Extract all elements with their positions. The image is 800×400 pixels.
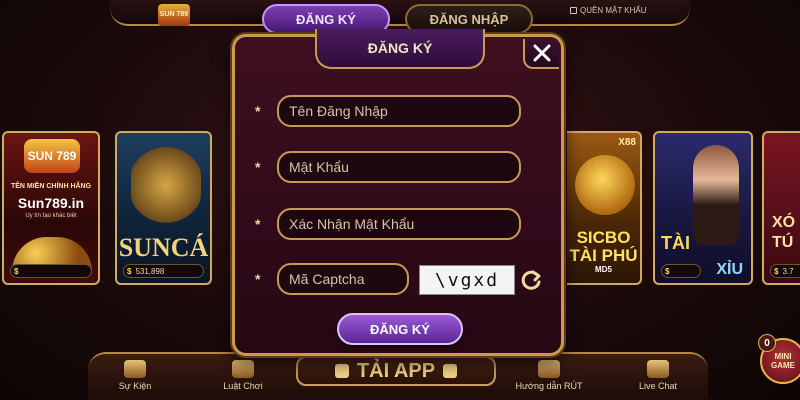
required-mark: * (255, 216, 261, 232)
refresh-captcha-icon[interactable] (519, 268, 543, 292)
captcha-image: \vgxd (419, 265, 515, 295)
username-row: * Tên Đăng Nhập (235, 95, 561, 127)
nav-rules-label: Luật Chơi (223, 381, 263, 391)
card-domain: Sun789.in (17, 195, 85, 211)
card-title: SICBO TÀI PHÚ (569, 228, 638, 265)
apple-icon (334, 364, 349, 378)
game-card-sicbo[interactable]: X88 SICBO TÀI PHÚ MD5 (567, 131, 642, 285)
jackpot-bar: $ (10, 264, 92, 278)
dollar-icon: $ (665, 266, 670, 276)
password-row: * Mật Khẩu (235, 151, 561, 183)
card-subtitle: MD5 (595, 265, 612, 274)
nav-live-chat[interactable]: Live Chat (630, 360, 686, 391)
book-icon (232, 360, 254, 378)
captcha-row: * Mã Captcha \vgxd (235, 263, 561, 295)
dollar-icon: $ (127, 266, 132, 276)
card-badge: X88 (618, 137, 636, 148)
card-brand: SUN 789 (24, 139, 80, 173)
required-mark: * (255, 103, 261, 119)
jackpot-bar: $ (661, 264, 701, 278)
confirm-password-row: * Xác Nhận Mật Khẩu (235, 208, 561, 240)
username-field[interactable]: Tên Đăng Nhập (277, 95, 521, 127)
game-card-xoso[interactable]: XÓ TÚ $ 3.7 (762, 131, 800, 285)
card-tagline: TÊN MIỀN CHÍNH HÃNG (10, 183, 92, 190)
guide-icon (538, 360, 560, 378)
crab-image (131, 145, 201, 225)
game-card-sunca[interactable]: SUNCÁ $ 531,898 (115, 131, 212, 285)
card-slogan: Uy tín tạo khác biệt (25, 213, 77, 219)
dialog-title: ĐĂNG KÝ (315, 29, 485, 69)
required-mark: * (255, 271, 261, 287)
nav-withdraw-label: Hướng dẫn RÚT (515, 381, 583, 391)
mini-game-label: MINI GAME (771, 352, 795, 370)
card-title: XÓ TÚ (772, 214, 796, 251)
nav-rules[interactable]: Luật Chơi (216, 360, 270, 391)
mini-game-badge: 0 (758, 334, 776, 352)
nav-events[interactable]: Sự Kiện (110, 360, 160, 391)
nav-live-chat-label: Live Chat (638, 381, 678, 391)
game-card-taixiu[interactable]: TÀI XỈU $ (653, 131, 753, 285)
dollar-icon: $ (774, 266, 779, 276)
nav-withdraw-guide[interactable]: Hướng dẫn RÚT (512, 360, 586, 391)
register-dialog: ĐĂNG KÝ * Tên Đăng Nhập * Mật Khẩu * Xác… (232, 29, 564, 356)
password-field[interactable]: Mật Khẩu (277, 151, 521, 183)
tai-label: TÀI (661, 233, 690, 253)
jackpot-value: 531,898 (135, 266, 165, 276)
jackpot-value: 3.7 (782, 266, 794, 276)
close-button[interactable] (523, 39, 559, 69)
required-mark: * (255, 159, 261, 175)
game-card-sun789[interactable]: SUN 789 TÊN MIỀN CHÍNH HÃNG Sun789.in Uy… (2, 131, 100, 285)
dealer-image (693, 145, 739, 245)
golden-frog-image (575, 155, 635, 215)
forgot-password-label: QUÊN MẬT KHẨU (580, 6, 647, 15)
card-title: SUNCÁ (118, 233, 209, 262)
jackpot-bar: $ 531,898 (123, 264, 204, 278)
close-icon (533, 44, 551, 62)
nav-events-label: Sự Kiện (118, 381, 152, 391)
lock-icon (570, 7, 577, 14)
register-submit-button[interactable]: ĐĂNG KÝ (337, 313, 463, 345)
download-app-button[interactable]: TẢI APP (296, 356, 496, 386)
confirm-password-field[interactable]: Xác Nhận Mật Khẩu (277, 208, 521, 240)
chat-icon (647, 360, 669, 378)
jackpot-bar: $ 3.7 (770, 264, 800, 278)
download-app-label: TẢI APP (356, 359, 436, 382)
dollar-icon: $ (14, 266, 19, 276)
xiu-label: XỈU (716, 261, 743, 278)
captcha-field[interactable]: Mã Captcha (277, 263, 409, 295)
sun789-logo: SUN 789 (158, 4, 190, 26)
party-popper-icon (124, 360, 146, 378)
play-store-icon (443, 364, 458, 378)
forgot-password-link[interactable]: QUÊN MẬT KHẨU (570, 6, 647, 15)
